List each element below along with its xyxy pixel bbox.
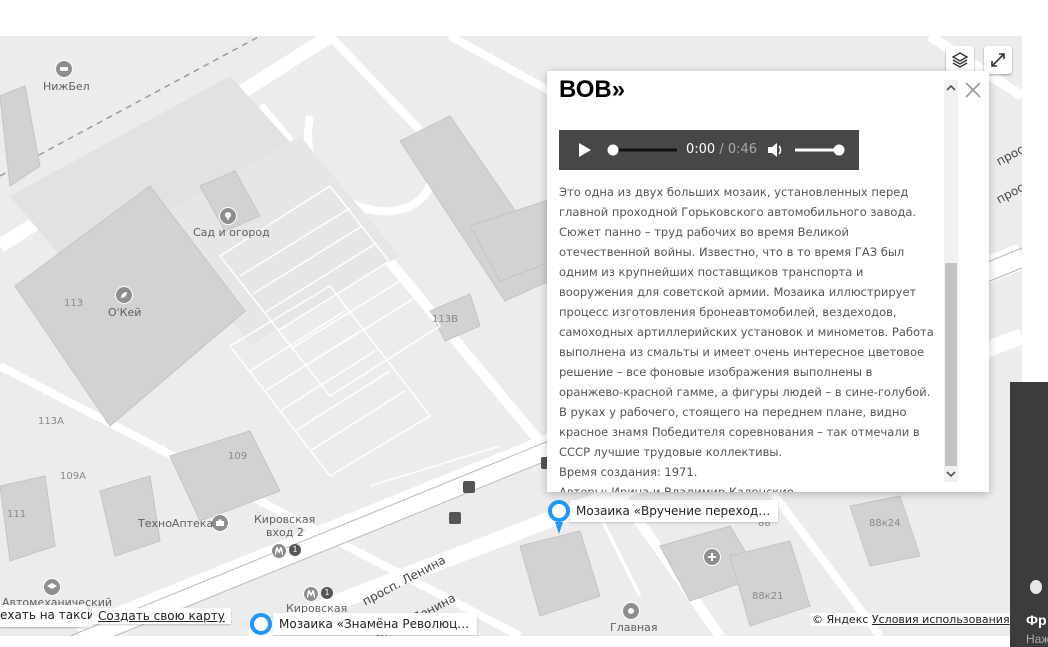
- audio-duration: 0:46: [727, 142, 758, 157]
- kirovskaya2-line2: вход 2: [266, 526, 304, 539]
- kirovskaya2-line1: Кировская: [254, 513, 316, 526]
- side-panel-title: Фр: [1026, 612, 1047, 628]
- poi-label-glavnaya: Главная: [610, 621, 658, 634]
- audio-current-time: 0:00: [686, 142, 716, 157]
- car-service-icon[interactable]: [55, 60, 73, 78]
- scroll-down-icon[interactable]: [945, 469, 957, 479]
- terms-link[interactable]: Условия использования: [872, 613, 1010, 626]
- metro-line-badge-2: 1: [321, 587, 333, 599]
- volume-slider[interactable]: [793, 144, 849, 156]
- volume-icon[interactable]: [767, 141, 785, 159]
- house-number: 88к24: [869, 518, 901, 529]
- bus-stop-icon[interactable]: [463, 481, 475, 493]
- house-number: 109: [228, 451, 248, 462]
- copyright-text: © Яндекс: [812, 613, 869, 626]
- layers-icon: [951, 52, 969, 68]
- house-number: 113: [64, 298, 84, 309]
- play-icon[interactable]: [577, 142, 593, 158]
- info-balloon: ВОВ» 0:00 / 0:46 Это одна из двух больши…: [547, 71, 989, 492]
- audio-time: 0:00 / 0:46: [686, 142, 757, 157]
- medical-icon[interactable]: [703, 548, 721, 566]
- metro-icon-2[interactable]: [303, 586, 319, 602]
- placemark-pin-icon: [250, 613, 272, 635]
- audio-time-separator: /: [715, 142, 728, 157]
- poi-label-technoapteka: ТехноАптека: [138, 517, 214, 530]
- fullscreen-icon: [991, 53, 1005, 67]
- pharmacy-icon[interactable]: [211, 514, 229, 532]
- side-panel[interactable]: Фр Наж: [1010, 382, 1048, 647]
- avatar: [1030, 580, 1042, 594]
- house-number: 113В: [432, 314, 458, 325]
- fullscreen-button[interactable]: [984, 46, 1012, 74]
- poi-label-kirovskaya2: Кировская вход 2: [254, 513, 315, 539]
- balloon-scrollbar[interactable]: [943, 80, 959, 482]
- poi-label-sad: Сад и огород: [193, 226, 270, 239]
- scroll-up-icon[interactable]: [945, 83, 957, 93]
- taxi-button[interactable]: ехать на такси: [0, 605, 95, 627]
- education-icon[interactable]: [43, 578, 61, 596]
- create-map-link[interactable]: Создать свою карту: [92, 608, 231, 624]
- house-number: 109А: [60, 471, 86, 482]
- poi-label-nizhbel: НижБел: [43, 80, 90, 93]
- taxi-link[interactable]: ехать на такси: [0, 608, 95, 622]
- balloon-title: ВОВ»: [559, 76, 626, 103]
- house-number: 88к21: [752, 591, 784, 602]
- house-number: 111: [7, 509, 27, 520]
- supermarket-icon[interactable]: [115, 286, 133, 304]
- audio-player: 0:00 / 0:46: [559, 130, 859, 170]
- landmark-icon[interactable]: [622, 602, 640, 620]
- placemark-label[interactable]: Мозаика «Знамёна Революц…: [273, 613, 478, 635]
- placemark[interactable]: [249, 612, 275, 636]
- balloon-tail: [590, 491, 614, 502]
- close-icon: [965, 82, 981, 98]
- bus-stop-icon-2[interactable]: [449, 512, 461, 524]
- poi-label-okey: О'Кей: [108, 306, 142, 319]
- house-number: 113А: [38, 416, 64, 427]
- description-text: Это одна из двух больших мозаик, установ…: [559, 185, 934, 459]
- layers-button[interactable]: [946, 46, 974, 74]
- metro-icon[interactable]: [271, 543, 287, 559]
- placemark-label[interactable]: Мозаика «Вручение переход…: [570, 500, 779, 522]
- copyright: © Яндекс Условия использования: [810, 613, 1024, 626]
- metro-line-badge: 1: [289, 544, 301, 556]
- garden-icon[interactable]: [219, 207, 237, 225]
- close-button[interactable]: [963, 80, 983, 100]
- audio-progress-slider[interactable]: [605, 144, 679, 156]
- side-panel-subtitle: Наж: [1026, 632, 1048, 646]
- authors: Авторы: Ирина и Владимир Каленские: [559, 485, 794, 492]
- creation-time: Время создания: 1971.: [559, 465, 698, 479]
- balloon-description: Это одна из двух больших мозаик, установ…: [559, 182, 937, 492]
